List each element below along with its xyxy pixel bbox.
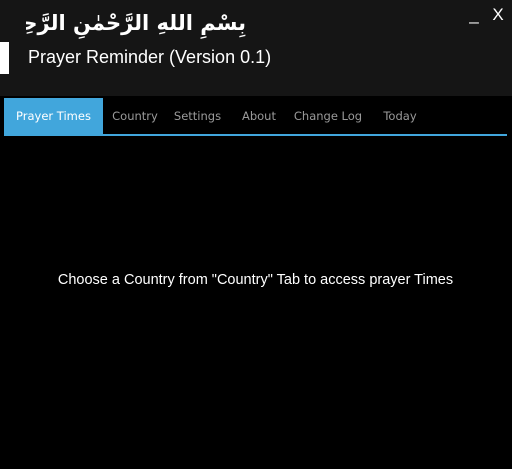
close-button[interactable]: X xyxy=(488,4,508,26)
tab-settings[interactable]: Settings xyxy=(170,98,225,134)
tab-strip: Prayer Times Country Settings About Chan… xyxy=(4,98,507,134)
tab-content-panel: Choose a Country from "Country" Tab to a… xyxy=(4,136,507,469)
title-accent-bar xyxy=(0,42,9,74)
tab-prayer-times[interactable]: Prayer Times xyxy=(4,98,103,134)
app-title: Prayer Reminder (Version 0.1) xyxy=(28,47,272,67)
tab-change-log[interactable]: Change Log xyxy=(291,98,365,134)
empty-state-message: Choose a Country from "Country" Tab to a… xyxy=(57,272,454,288)
tab-country[interactable]: Country xyxy=(107,98,163,134)
bismillah-calligraphy: بِسْمِ اللهِ الرَّحْمٰنِ الرَّحِيْمِ xyxy=(26,11,246,35)
tab-about[interactable]: About xyxy=(237,98,281,134)
title-bar: بِسْمِ اللهِ الرَّحْمٰنِ الرَّحِيْمِ Pra… xyxy=(0,0,512,96)
app-window: بِسْمِ اللهِ الرَّحْمٰنِ الرَّحِيْمِ Pra… xyxy=(0,0,512,469)
tab-today[interactable]: Today xyxy=(376,98,424,134)
minimize-button[interactable]: _ xyxy=(464,4,484,26)
